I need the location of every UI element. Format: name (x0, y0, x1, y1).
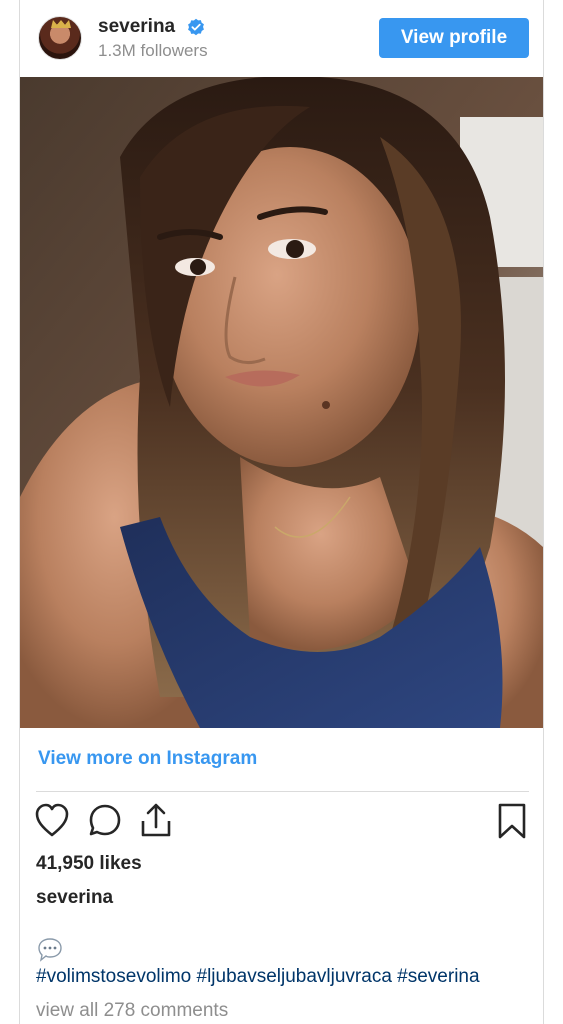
heart-icon[interactable] (34, 801, 70, 841)
like-count[interactable]: 41,950 likes (36, 853, 142, 875)
post-photo[interactable] (20, 77, 543, 728)
instagram-embed-card: severina 1.3M followers View profile Vie… (19, 0, 544, 1024)
selfie-image (20, 77, 543, 728)
caption-username[interactable]: severina (36, 887, 113, 909)
view-more-link[interactable]: View more on Instagram (38, 748, 257, 770)
verified-badge-icon (188, 18, 204, 36)
follower-count: 1.3M followers (98, 41, 208, 60)
action-bar (20, 801, 543, 845)
comment-bubble-icon[interactable] (87, 801, 123, 841)
profile-avatar[interactable] (38, 16, 82, 60)
view-all-comments-link[interactable]: view all 278 comments (36, 1000, 228, 1022)
share-icon[interactable] (138, 801, 174, 841)
avatar-crown (51, 20, 71, 28)
profile-username[interactable]: severina (98, 16, 175, 38)
divider (36, 791, 529, 792)
post-header: severina 1.3M followers View profile (20, 0, 543, 77)
speech-bubble-emoji-icon (38, 938, 62, 962)
view-profile-button[interactable]: View profile (379, 18, 529, 58)
caption-hashtags[interactable]: #volimstosevolimo #ljubavseljubavljuvrac… (36, 966, 480, 988)
bookmark-icon[interactable] (494, 801, 530, 841)
